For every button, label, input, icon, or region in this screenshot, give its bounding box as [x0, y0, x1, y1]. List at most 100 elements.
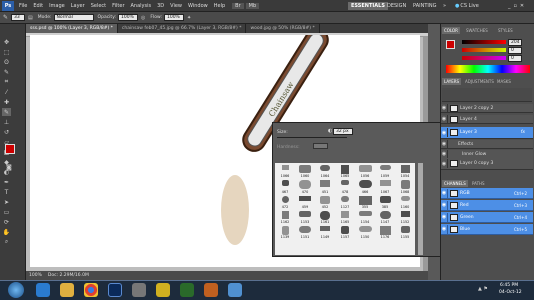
menu-edit[interactable]: Edit — [30, 3, 46, 9]
tab-masks[interactable]: MASKS — [495, 78, 513, 85]
app-taskbar-icon-3[interactable] — [180, 283, 194, 297]
menu-3d[interactable]: 3D — [154, 3, 167, 9]
channel-blue[interactable]: ◉ Blue Ctrl+5 — [441, 224, 533, 235]
move-tool-icon[interactable]: ✥ — [2, 38, 11, 46]
chrome-taskbar-icon[interactable] — [84, 283, 98, 297]
brush-preset[interactable]: 466 — [355, 178, 375, 194]
visibility-eye-icon[interactable]: ◉ — [441, 128, 448, 137]
blue-slider[interactable] — [462, 56, 506, 60]
hand-tool-icon[interactable]: ✋ — [2, 228, 11, 236]
clock-date[interactable]: 04-Oct-12 — [499, 290, 522, 295]
brush-preset[interactable]: 1151 — [295, 224, 315, 239]
brush-preset[interactable]: 1060 — [295, 163, 315, 178]
visibility-eye-icon[interactable]: ◉ — [441, 159, 448, 168]
green-value[interactable]: 0 — [508, 47, 522, 54]
brush-preset[interactable]: 1155 — [395, 224, 415, 239]
brush-preset[interactable]: 1160 — [395, 194, 415, 209]
brush-preset[interactable]: 1152 — [395, 209, 415, 224]
quick-mask-icon[interactable]: ◙ — [6, 164, 16, 172]
ie-taskbar-icon[interactable] — [36, 283, 50, 297]
color-fg-swatch[interactable] — [446, 40, 455, 49]
tab-channels[interactable]: CHANNELS — [442, 180, 468, 187]
minibridge-icon[interactable]: Mb — [245, 2, 260, 9]
brush-size-slider[interactable] — [277, 137, 347, 138]
brush-preset[interactable]: 1127 — [335, 194, 355, 209]
app-taskbar-icon-4[interactable] — [204, 283, 218, 297]
blue-value[interactable]: 0 — [508, 55, 522, 62]
tab-adjustments[interactable]: ADJUSTMENTS — [463, 78, 496, 85]
brush-preset[interactable]: 470 — [295, 178, 315, 194]
brush-preset[interactable]: 1162 — [275, 209, 295, 224]
brush-preset[interactable]: 459 — [295, 194, 315, 209]
window-controls[interactable]: _▫✕ — [505, 2, 530, 10]
brush-preset[interactable]: 1176 — [375, 224, 395, 239]
layer-row-1[interactable]: ◉ Layer 4 — [441, 114, 533, 124]
healing-tool-icon[interactable]: ✚ — [2, 98, 11, 106]
tab-wood[interactable]: wood.jpg @ 50% (RGB/8#) * — [246, 24, 320, 33]
brush-preset[interactable]: 355 — [355, 194, 375, 209]
brush-preset[interactable]: 1154 — [355, 209, 375, 224]
cs-live-button[interactable]: ● CS Live — [452, 2, 482, 10]
workspace-design[interactable]: DESIGN — [384, 2, 409, 10]
mode-select[interactable]: Normal — [53, 14, 94, 21]
menu-layer[interactable]: Layer — [68, 3, 88, 9]
brush-tool-icon[interactable]: ✎ — [3, 14, 8, 21]
brush-tool-selected-icon[interactable]: ✎ — [2, 108, 11, 116]
brush-picker-scrollbar[interactable] — [418, 163, 423, 255]
lasso-tool-icon[interactable]: ʘ — [2, 58, 11, 66]
menu-help[interactable]: Help — [211, 3, 228, 9]
tray-icons[interactable]: ▲ ⚑ — [478, 286, 496, 294]
visibility-eye-icon[interactable]: ◉ — [441, 224, 448, 234]
red-value[interactable]: 204 — [508, 39, 522, 46]
channel-rgb[interactable]: ◉ RGB Ctrl+2 — [441, 188, 533, 199]
effects-row[interactable]: ◉ Effects — [441, 139, 533, 149]
layer-row-2-selected[interactable]: ◉ Layer 3 fx — [441, 127, 533, 139]
visibility-eye-icon[interactable]: ◉ — [441, 114, 448, 124]
menu-file[interactable]: File — [16, 3, 30, 9]
zoom-tool-icon[interactable]: ⌕ — [2, 238, 11, 246]
brush-preset[interactable]: 1054 — [395, 163, 415, 178]
menu-select[interactable]: Select — [88, 3, 109, 9]
clock-time[interactable]: 6:45 PM — [500, 283, 518, 288]
menu-analysis[interactable]: Analysis — [128, 3, 155, 9]
brush-preset[interactable]: 1157 — [335, 224, 355, 239]
brush-preset[interactable]: 452 — [315, 194, 335, 209]
pen-tool-icon[interactable]: ✒ — [2, 178, 11, 186]
clone-stamp-tool-icon[interactable]: ⊥ — [2, 118, 11, 126]
visibility-eye-icon[interactable]: ◉ — [441, 212, 448, 222]
eyedropper-tool-icon[interactable]: ⁄ — [2, 88, 11, 96]
red-slider[interactable] — [462, 40, 506, 44]
brush-preset[interactable]: 472 — [275, 194, 295, 209]
brush-preset[interactable]: 1150 — [355, 224, 375, 239]
brush-preset[interactable]: 1065 — [335, 163, 355, 178]
app-taskbar-icon-2[interactable] — [156, 283, 170, 297]
brush-preset[interactable]: 1161 — [315, 209, 335, 224]
tab-styles[interactable]: STYLES — [496, 27, 515, 34]
brush-panel-icon[interactable]: ▤ — [28, 15, 33, 21]
brush-preset[interactable]: 385 — [375, 194, 395, 209]
flow-field[interactable]: 100% — [163, 14, 184, 21]
visibility-eye-icon[interactable]: ◉ — [441, 139, 448, 149]
pressure-opacity-icon[interactable]: ◎ — [141, 15, 145, 21]
menu-window[interactable]: Window — [185, 3, 211, 9]
app-taskbar-icon-1[interactable] — [132, 283, 146, 297]
crop-tool-icon[interactable]: ⌗ — [2, 78, 11, 86]
green-slider[interactable] — [462, 48, 506, 52]
foreground-color-swatch[interactable] — [5, 144, 15, 154]
layer-row-5[interactable]: ◉ Layer 0 copy 3 — [441, 158, 533, 170]
brush-preset[interactable]: 1068 — [395, 178, 415, 194]
brush-preset[interactable]: 1067 — [375, 178, 395, 194]
channel-green[interactable]: ◉ Green Ctrl+4 — [441, 212, 533, 223]
3d-rotate-tool-icon[interactable]: ⟳ — [2, 218, 11, 226]
start-button[interactable] — [8, 282, 24, 298]
brush-preset[interactable]: 1066 — [275, 163, 295, 178]
workspace-more[interactable]: » — [440, 2, 449, 10]
opacity-field[interactable]: 100% — [118, 14, 139, 21]
brush-preset[interactable]: 478 — [335, 178, 355, 194]
quick-select-tool-icon[interactable]: ✎ — [2, 68, 11, 76]
tab-color[interactable]: COLOR — [442, 27, 460, 34]
visibility-eye-icon[interactable]: ◉ — [441, 188, 448, 198]
tab-layers[interactable]: LAYERS — [442, 78, 462, 85]
brush-preset[interactable]: 1064 — [315, 163, 335, 178]
brush-preset[interactable]: 1139 — [275, 224, 295, 239]
